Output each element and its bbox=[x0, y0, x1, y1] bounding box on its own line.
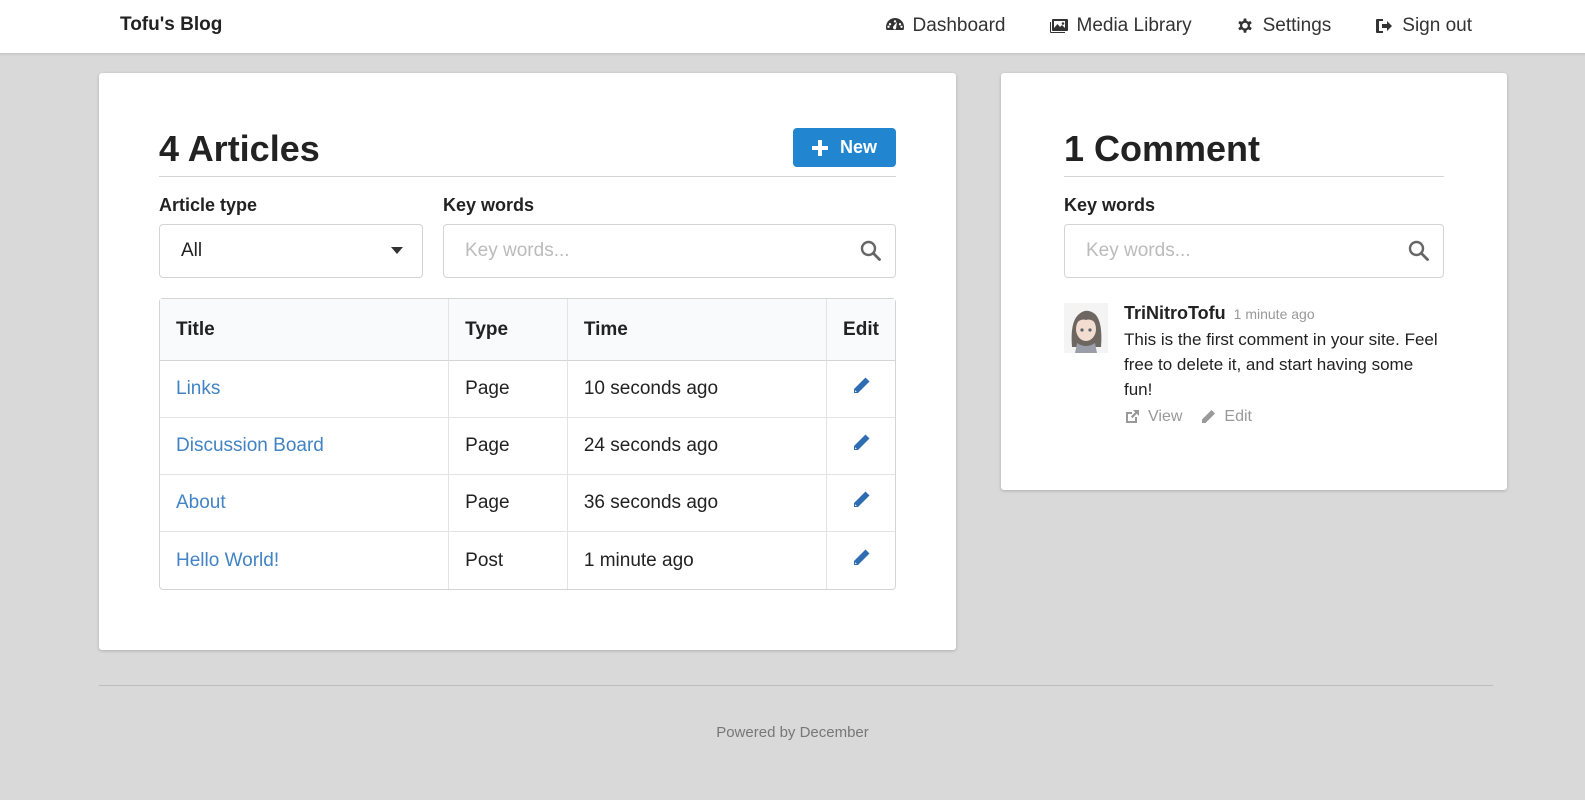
article-type: Post bbox=[448, 532, 567, 589]
nav-sign-out[interactable]: Sign out bbox=[1374, 12, 1472, 40]
pencil-icon bbox=[854, 491, 870, 507]
pencil-icon bbox=[854, 434, 870, 450]
articles-title: 4 Articles bbox=[159, 128, 320, 169]
edit-comment-button[interactable]: Edit bbox=[1200, 408, 1252, 426]
nav-settings-label: Settings bbox=[1262, 15, 1332, 36]
column-title[interactable]: Title bbox=[160, 299, 449, 361]
main-nav: Dashboard Media Library Settings Sign ou… bbox=[842, 12, 1472, 40]
article-type: Page bbox=[448, 361, 567, 418]
plus-icon bbox=[811, 139, 828, 156]
table-row: Links Page 10 seconds ago bbox=[160, 361, 895, 418]
external-link-icon bbox=[1126, 410, 1139, 423]
nav-settings[interactable]: Settings bbox=[1235, 12, 1332, 40]
table-row: About Page 36 seconds ago bbox=[160, 475, 895, 532]
search-icon[interactable] bbox=[860, 240, 881, 261]
nav-media-library-label: Media Library bbox=[1076, 15, 1192, 36]
top-navbar: Tofu's Blog Dashboard Media Library Sett… bbox=[0, 0, 1585, 54]
footer-text: Powered by December bbox=[716, 724, 869, 741]
nav-media-library[interactable]: Media Library bbox=[1049, 12, 1192, 40]
table-header-row: Title Type Time Edit bbox=[160, 299, 895, 361]
article-time: 36 seconds ago bbox=[566, 475, 827, 532]
edit-article-button[interactable] bbox=[826, 475, 895, 532]
search-icon[interactable] bbox=[1408, 240, 1429, 261]
column-edit: Edit bbox=[826, 299, 895, 361]
gear-icon bbox=[1237, 18, 1252, 33]
article-time: 24 seconds ago bbox=[566, 418, 827, 475]
column-type[interactable]: Type bbox=[448, 299, 567, 361]
nav-dashboard[interactable]: Dashboard bbox=[885, 12, 1006, 40]
article-title-link[interactable]: Discussion Board bbox=[176, 435, 324, 456]
comments-header: 1 Comment bbox=[1064, 73, 1444, 177]
comment-keywords-input[interactable] bbox=[1064, 224, 1444, 278]
article-keywords-label: Key words bbox=[443, 195, 535, 215]
column-time[interactable]: Time bbox=[566, 299, 827, 361]
article-title-link[interactable]: About bbox=[176, 492, 226, 513]
comments-card: 1 Comment Key words TriNitroTofu 1 minute… bbox=[1001, 73, 1507, 490]
article-title-link[interactable]: Links bbox=[176, 378, 220, 399]
avatar[interactable] bbox=[1064, 303, 1108, 353]
edit-article-button[interactable] bbox=[826, 361, 895, 418]
comment-body: TriNitroTofu 1 minute ago This is the fir… bbox=[1124, 303, 1444, 426]
pencil-icon bbox=[854, 377, 870, 393]
edit-article-button[interactable] bbox=[826, 532, 895, 589]
comment-text: This is the first comment in your site. … bbox=[1124, 330, 1438, 399]
article-title-link[interactable]: Hello World! bbox=[176, 550, 279, 571]
article-time: 10 seconds ago bbox=[566, 361, 827, 418]
new-article-label: New bbox=[839, 137, 877, 157]
comment-author[interactable]: TriNitroTofu bbox=[1124, 303, 1226, 323]
article-type-label: Article type bbox=[159, 195, 258, 215]
site-brand[interactable]: Tofu's Blog bbox=[120, 14, 222, 36]
comment-keywords-label: Key words bbox=[1064, 195, 1156, 215]
comment-search bbox=[1064, 224, 1444, 278]
articles-header: 4 Articles New bbox=[159, 73, 896, 177]
article-type: Page bbox=[448, 418, 567, 475]
article-type-select[interactable]: All bbox=[159, 224, 423, 278]
article-type-value: All bbox=[181, 240, 203, 261]
article-keywords-input[interactable] bbox=[443, 224, 896, 278]
sign-out-icon bbox=[1376, 19, 1393, 33]
pencil-icon bbox=[1202, 410, 1216, 423]
pencil-icon bbox=[854, 549, 870, 565]
caret-down-icon bbox=[391, 247, 403, 254]
images-icon bbox=[1049, 19, 1068, 33]
table-row: Hello World! Post 1 minute ago bbox=[160, 532, 895, 589]
dashboard-icon bbox=[885, 17, 904, 30]
table-row: Discussion Board Page 24 seconds ago bbox=[160, 418, 895, 475]
view-label: View bbox=[1148, 408, 1183, 425]
articles-table: Title Type Time Edit Links Page 10 secon… bbox=[159, 298, 896, 590]
comment-actions: View Edit bbox=[1124, 408, 1444, 426]
new-article-button[interactable]: New bbox=[793, 128, 896, 167]
article-search bbox=[443, 224, 896, 278]
article-type: Page bbox=[448, 475, 567, 532]
comment-time: 1 minute ago bbox=[1233, 306, 1315, 322]
article-time: 1 minute ago bbox=[566, 532, 826, 589]
nav-dashboard-label: Dashboard bbox=[912, 15, 1006, 36]
edit-label: Edit bbox=[1224, 408, 1252, 425]
edit-article-button[interactable] bbox=[826, 418, 895, 475]
footer-divider bbox=[99, 685, 1493, 686]
view-comment-button[interactable]: View bbox=[1124, 408, 1182, 426]
comments-title: 1 Comment bbox=[1064, 128, 1261, 169]
nav-sign-out-label: Sign out bbox=[1402, 15, 1472, 36]
articles-card: 4 Articles New Article type All Key word… bbox=[99, 73, 956, 650]
